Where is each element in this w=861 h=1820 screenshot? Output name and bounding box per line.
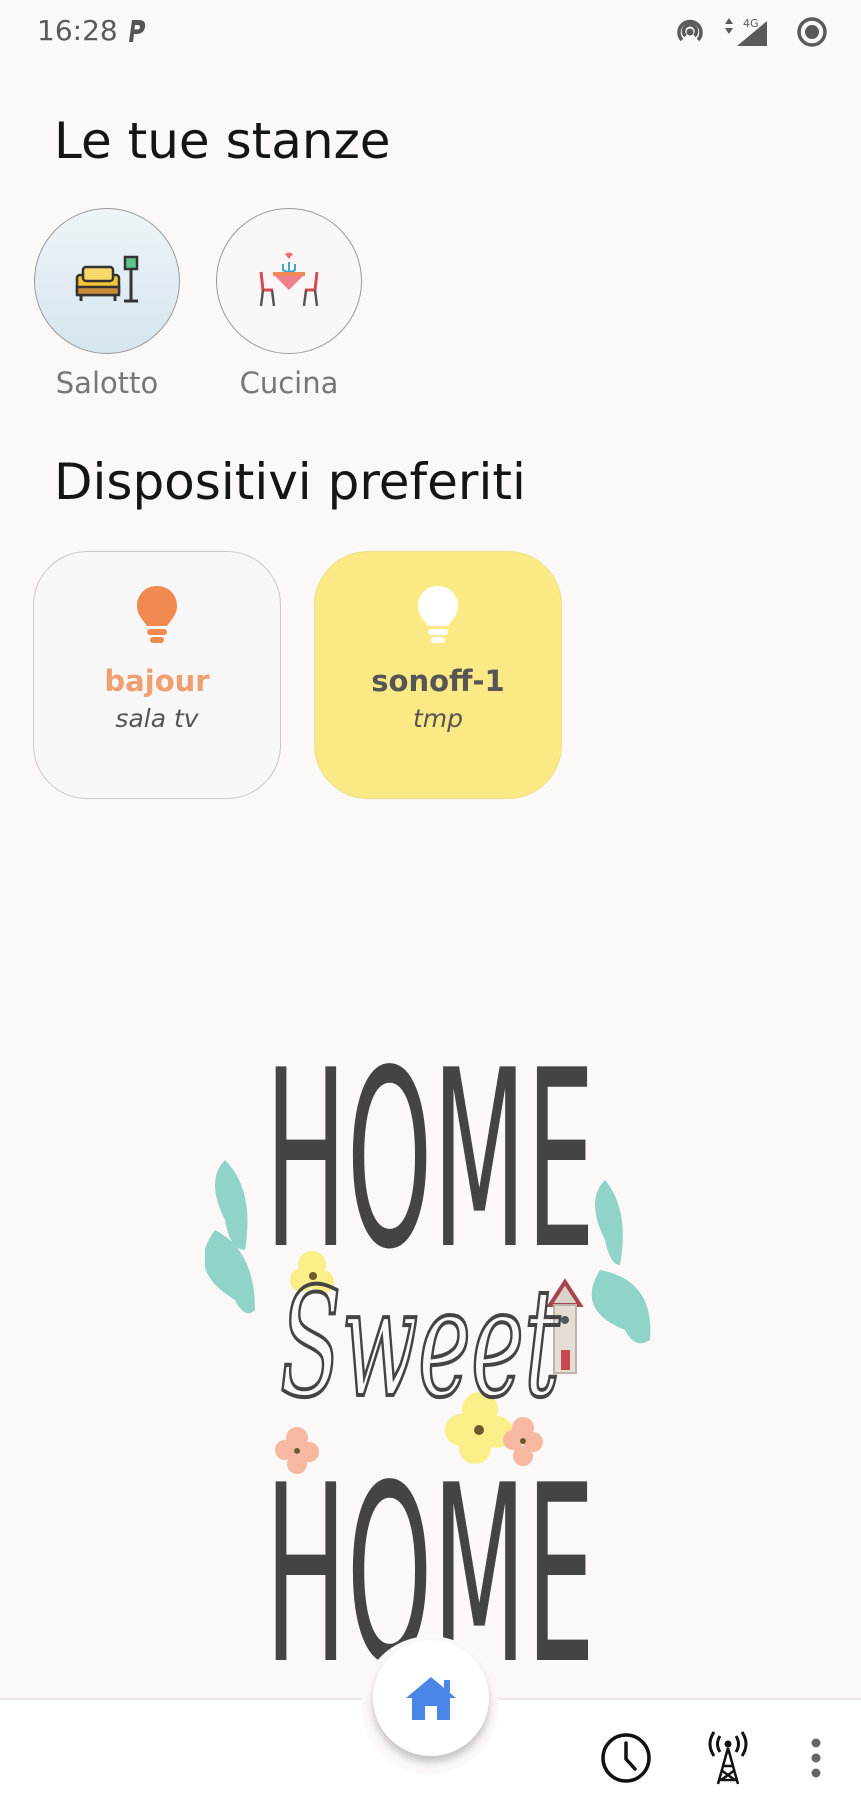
home-fab-button[interactable] bbox=[373, 1640, 489, 1756]
illustration-line-3: HOME bbox=[265, 1433, 595, 1670]
room-label: Salotto bbox=[55, 366, 159, 400]
parking-icon bbox=[129, 20, 146, 42]
favorites-title: Dispositivi preferiti bbox=[54, 453, 526, 511]
room-salotto[interactable]: Salotto bbox=[33, 208, 181, 400]
device-room: sala tv bbox=[115, 704, 199, 733]
lightbulb-icon bbox=[418, 586, 458, 643]
more-options-button[interactable] bbox=[788, 1730, 844, 1786]
status-icons: 4G bbox=[673, 14, 829, 50]
device-card-bajour[interactable]: bajour sala tv bbox=[33, 551, 281, 799]
schedule-button[interactable] bbox=[598, 1730, 654, 1786]
room-cucina[interactable]: Cucina bbox=[215, 208, 363, 400]
illustration-line-2: Sweet bbox=[280, 1257, 560, 1431]
device-room: tmp bbox=[412, 704, 464, 733]
status-bar: 16:28 4G bbox=[0, 0, 861, 64]
antenna-icon bbox=[708, 1731, 748, 1785]
living-room-icon bbox=[75, 255, 139, 303]
room-label: Cucina bbox=[239, 366, 339, 400]
rooms-title: Le tue stanze bbox=[54, 112, 391, 170]
devices-button[interactable] bbox=[700, 1730, 756, 1786]
signal-4g-icon: 4G bbox=[725, 17, 767, 46]
rooms-list: Salotto Cucina bbox=[33, 208, 363, 400]
record-icon bbox=[797, 17, 827, 47]
home-sweet-home-illustration: HOME Sweet HOME bbox=[205, 1020, 651, 1670]
favorites-list: bajour sala tv sonoff-1 tmp bbox=[33, 551, 562, 799]
clock-icon bbox=[601, 1733, 651, 1783]
network-label: 4G bbox=[743, 17, 759, 30]
device-card-sonoff-1[interactable]: sonoff-1 tmp bbox=[314, 551, 562, 799]
room-circle[interactable] bbox=[34, 208, 180, 354]
dining-room-icon bbox=[259, 252, 319, 307]
status-time: 16:28 bbox=[37, 14, 118, 47]
home-icon bbox=[406, 1677, 456, 1720]
device-name: bajour bbox=[104, 664, 210, 698]
lightbulb-icon bbox=[137, 586, 177, 643]
hotspot-icon bbox=[677, 19, 703, 42]
room-circle[interactable] bbox=[216, 208, 362, 354]
more-vert-icon bbox=[811, 1738, 821, 1778]
device-name: sonoff-1 bbox=[371, 664, 505, 698]
